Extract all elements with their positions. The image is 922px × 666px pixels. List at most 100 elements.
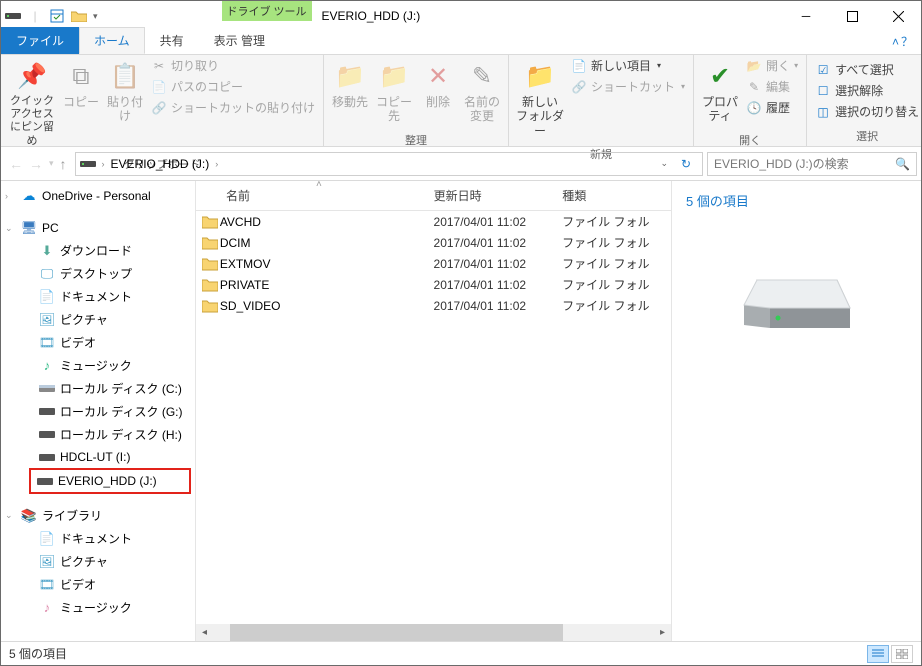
nav-libraries[interactable]: ⌄📚ライブラリ: [1, 504, 195, 527]
properties-icon[interactable]: [49, 8, 65, 24]
minimize-button[interactable]: ─: [783, 1, 829, 31]
column-type[interactable]: 種類: [562, 187, 671, 204]
nav-disk-i[interactable]: HDCL-UT (I:): [1, 446, 195, 468]
edit-button[interactable]: ✎編集: [746, 78, 798, 95]
pin-quickaccess-button[interactable]: 📌クイック アクセス にピン留め: [5, 57, 59, 152]
collapse-icon[interactable]: ⌄: [5, 223, 13, 234]
close-button[interactable]: [875, 1, 921, 31]
view-icons-button[interactable]: [891, 645, 913, 663]
scroll-right-icon[interactable]: ▸: [654, 627, 671, 638]
chevron-right-icon[interactable]: ›: [215, 159, 218, 169]
nav-disk-h[interactable]: ローカル ディスク (H:): [1, 423, 195, 446]
up-button[interactable]: ↑: [60, 156, 67, 172]
tab-home[interactable]: ホーム: [79, 27, 145, 54]
nav-disk-g[interactable]: ローカル ディスク (G:): [1, 400, 195, 423]
file-row[interactable]: PRIVATE2017/04/01 11:02ファイル フォル: [196, 274, 671, 295]
tab-manage[interactable]: 管理: [223, 27, 283, 54]
nav-pc[interactable]: ⌄🖥PC: [1, 217, 195, 239]
paste-icon: 📋: [109, 61, 141, 93]
select-all-button[interactable]: ☑すべて選択: [815, 61, 919, 78]
nav-desktop[interactable]: 🖵デスクトップ: [1, 262, 195, 285]
paste-button[interactable]: 📋貼り付け: [103, 57, 147, 128]
file-row[interactable]: DCIM2017/04/01 11:02ファイル フォル: [196, 232, 671, 253]
expand-icon[interactable]: ›: [5, 191, 8, 201]
column-name[interactable]: 名前: [196, 187, 434, 204]
navigation-pane[interactable]: ›☁OneDrive - Personal ⌄🖥PC ⬇ダウンロード 🖵デスクト…: [1, 181, 196, 641]
help-icon[interactable]: ？: [901, 33, 913, 50]
tab-file[interactable]: ファイル: [1, 27, 79, 54]
file-date: 2017/04/01 11:02: [434, 215, 563, 229]
refresh-button[interactable]: ↻: [674, 157, 698, 171]
scrollbar-thumb[interactable]: [230, 624, 563, 641]
search-icon[interactable]: 🔍: [895, 157, 910, 171]
search-box[interactable]: EVERIO_HDD (J:)の検索 🔍: [707, 152, 917, 176]
nav-downloads[interactable]: ⬇ダウンロード: [1, 239, 195, 262]
breadcrumb-current[interactable]: EVERIO_HDD (J:): [111, 157, 210, 171]
copyto-button[interactable]: 📁コピー先: [372, 57, 416, 128]
nav-lib-pictures[interactable]: 🖼ピクチャ: [1, 550, 195, 573]
view-details-button[interactable]: [867, 645, 889, 663]
history-button[interactable]: 🕓履歴: [746, 99, 798, 116]
nav-lib-music[interactable]: ♪ミュージック: [1, 596, 195, 619]
invert-icon: ◫: [815, 104, 831, 120]
nav-item-label: ピクチャ: [60, 311, 108, 328]
file-row[interactable]: SD_VIDEO2017/04/01 11:02ファイル フォル: [196, 295, 671, 316]
address-dropdown[interactable]: ⌄: [660, 158, 668, 169]
nav-lib-documents[interactable]: 📄ドキュメント: [1, 527, 195, 550]
file-name: SD_VIDEO: [220, 299, 434, 313]
documents-icon: 📄: [39, 531, 55, 547]
nav-pictures[interactable]: 🖼ピクチャ: [1, 308, 195, 331]
nav-disk-j-selected[interactable]: EVERIO_HDD (J:): [29, 468, 191, 494]
chevron-up-icon: ˄: [892, 35, 899, 49]
rename-icon: ✎: [466, 61, 498, 93]
forward-button[interactable]: →: [29, 156, 43, 172]
copy-button[interactable]: ⧉コピー: [59, 57, 103, 113]
select-none-button[interactable]: ☐選択解除: [815, 82, 919, 99]
collapse-icon[interactable]: ⌄: [5, 510, 13, 521]
horizontal-scrollbar[interactable]: ◂ ▸: [196, 624, 671, 641]
scroll-left-icon[interactable]: ◂: [196, 627, 213, 638]
edit-icon: ✎: [746, 79, 762, 95]
pin-label: クイック アクセス にピン留め: [7, 95, 57, 148]
invert-selection-button[interactable]: ◫選択の切り替え: [815, 103, 919, 120]
ribbon-collapse[interactable]: ˄？: [884, 29, 921, 54]
copy-path-button[interactable]: 📄パスのコピー: [151, 78, 315, 95]
file-row[interactable]: AVCHD2017/04/01 11:02ファイル フォル: [196, 211, 671, 232]
moveto-button[interactable]: 📁移動先: [328, 57, 372, 113]
nav-onedrive[interactable]: ›☁OneDrive - Personal: [1, 185, 195, 207]
folder-qat-icon[interactable]: [71, 8, 87, 24]
file-row[interactable]: EXTMOV2017/04/01 11:02ファイル フォル: [196, 253, 671, 274]
open-button[interactable]: 📂開く▾: [746, 57, 798, 74]
selectnone-icon: ☐: [815, 83, 831, 99]
recent-locations-button[interactable]: ▾: [49, 158, 54, 169]
nav-item-label: ピクチャ: [60, 553, 108, 570]
pasteshortcut-label: ショートカットの貼り付け: [171, 99, 315, 116]
new-shortcut-button[interactable]: 🔗ショートカット▾: [571, 78, 685, 95]
maximize-button[interactable]: [829, 1, 875, 31]
nav-music[interactable]: ♪ミュージック: [1, 354, 195, 377]
tab-share[interactable]: 共有: [145, 27, 199, 54]
nav-lib-videos[interactable]: 🎞ビデオ: [1, 573, 195, 596]
libraries-icon: 📚: [21, 508, 37, 524]
column-date[interactable]: 更新日時: [434, 187, 563, 204]
breadcrumb-bar[interactable]: › EVERIO_HDD (J:) › ⌄ ↻: [75, 152, 703, 176]
chevron-right-icon[interactable]: ›: [102, 159, 105, 169]
nav-videos[interactable]: 🎞ビデオ: [1, 331, 195, 354]
file-list[interactable]: AVCHD2017/04/01 11:02ファイル フォル DCIM2017/0…: [196, 211, 671, 624]
address-bar: ← → ▾ ↑ › EVERIO_HDD (J:) › ⌄ ↻ EVERIO_H…: [1, 147, 921, 181]
delete-icon: ✕: [422, 61, 454, 93]
nav-pc-label: PC: [42, 221, 59, 235]
paste-shortcut-button[interactable]: 🔗ショートカットの貼り付け: [151, 99, 315, 116]
qat-customize-icon[interactable]: ▾: [93, 11, 98, 22]
delete-button[interactable]: ✕削除: [416, 57, 460, 113]
nav-documents[interactable]: 📄ドキュメント: [1, 285, 195, 308]
back-button[interactable]: ←: [9, 156, 23, 172]
properties-button[interactable]: ✔プロパ ティ: [698, 57, 742, 128]
nav-disk-c[interactable]: ローカル ディスク (C:): [1, 377, 195, 400]
new-item-button[interactable]: 📄新しい項目▾: [571, 57, 685, 74]
new-folder-button[interactable]: 📁新しい フォルダー: [513, 57, 567, 142]
videos-icon: 🎞: [39, 577, 55, 593]
rename-button[interactable]: ✎名前の 変更: [460, 57, 504, 128]
cut-button[interactable]: ✂切り取り: [151, 57, 315, 74]
newfolder-label: 新しい フォルダー: [515, 95, 565, 138]
